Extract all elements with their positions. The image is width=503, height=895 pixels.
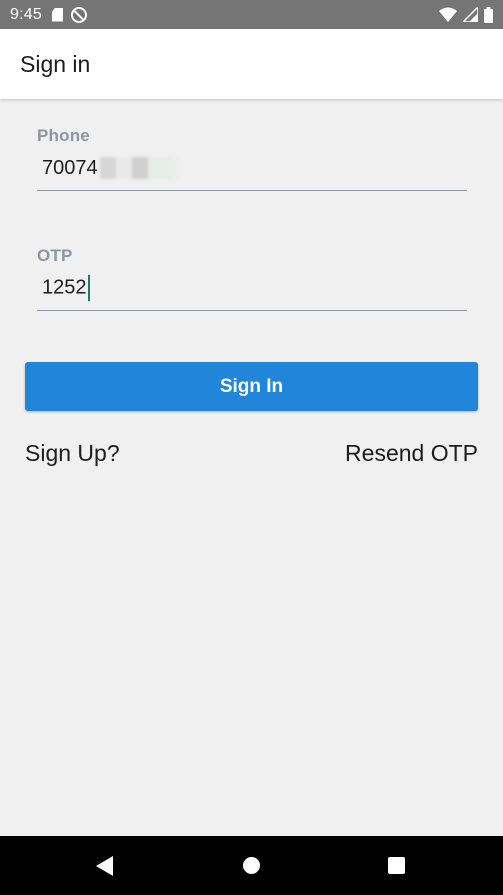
phone-label: Phone <box>37 126 90 145</box>
back-icon[interactable] <box>96 856 113 876</box>
navigation-bar <box>0 836 503 895</box>
otp-input[interactable]: 1252 <box>37 266 467 311</box>
otp-value-text: 1252 <box>42 276 87 299</box>
status-right-icons <box>439 6 493 23</box>
otp-label: OTP <box>37 246 73 265</box>
otp-value: 1252 <box>37 275 90 301</box>
otp-field-group: OTP 1252 <box>37 246 467 311</box>
status-time: 9:45 <box>10 5 42 23</box>
home-icon[interactable] <box>243 857 260 874</box>
recents-icon[interactable] <box>388 857 405 874</box>
status-left-icons <box>51 6 87 23</box>
data-saver-icon <box>70 6 87 23</box>
resend-otp-link[interactable]: Resend OTP <box>345 440 478 467</box>
redacted-digits <box>99 157 180 180</box>
sign-in-button[interactable]: Sign In <box>25 362 478 411</box>
status-bar: 9:45 <box>0 0 503 29</box>
page-title: Sign in <box>20 50 91 77</box>
text-cursor <box>87 275 90 301</box>
phone-input[interactable]: 70074 <box>37 146 467 191</box>
wifi-icon <box>439 7 457 22</box>
phone-field-group: Phone 70074 <box>37 126 467 191</box>
signal-icon <box>463 7 478 22</box>
phone-value: 70074 <box>37 157 180 180</box>
sign-up-link[interactable]: Sign Up? <box>25 440 120 467</box>
app-bar: Sign in <box>0 29 503 99</box>
battery-icon <box>484 6 493 23</box>
phone-value-text: 70074 <box>42 156 98 179</box>
sd-card-icon <box>51 7 63 22</box>
